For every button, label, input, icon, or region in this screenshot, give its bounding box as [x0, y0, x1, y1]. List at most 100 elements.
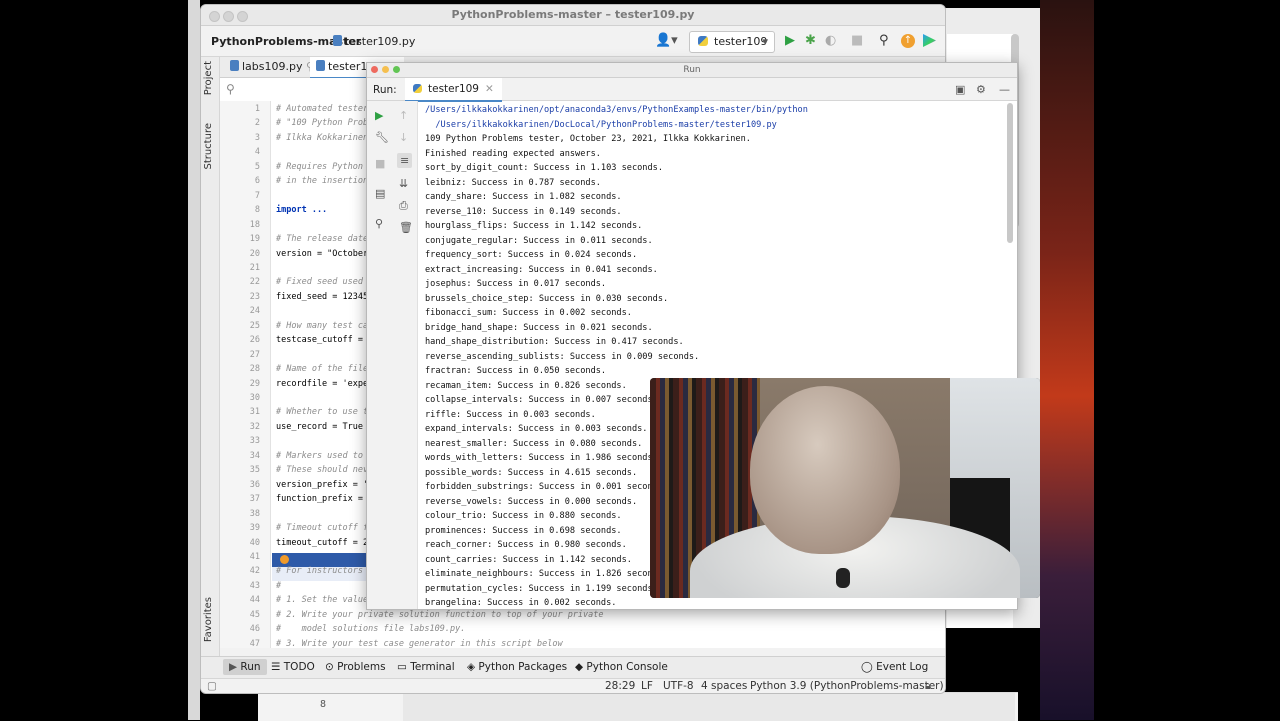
line-number: 30 — [249, 393, 260, 403]
layout-icon[interactable]: ▢ — [207, 680, 217, 692]
debug-button[interactable]: ✱ — [805, 33, 816, 48]
layout-icon[interactable]: ▣ — [955, 83, 965, 96]
layout-icon[interactable]: ▤ — [375, 187, 385, 200]
wrench-icon[interactable]: 🔧︎ — [375, 131, 389, 144]
python-packages-tool-button[interactable]: ◈ Python Packages — [467, 661, 567, 673]
console-line: fibonacci_sum: Success in 0.002 seconds. — [425, 308, 632, 318]
code-line: # Name of the file — [276, 364, 369, 375]
search-icon[interactable]: ⚲ — [226, 82, 235, 96]
stop-button[interactable]: ■ — [851, 33, 863, 48]
user-icon[interactable]: 👤▾ — [655, 33, 678, 48]
lock-icon[interactable]: 🔒︎ — [925, 680, 931, 693]
console-line: josephus: Success in 0.017 seconds. — [425, 279, 607, 289]
code-line: timeout_cutoff = 20 — [276, 537, 374, 548]
code-line: # These should nev — [276, 465, 369, 476]
console-line: collapse_intervals: Success in 0.007 sec… — [425, 395, 653, 405]
scroll-to-end-icon[interactable]: ⇊ — [399, 177, 408, 190]
tab-labs109[interactable]: labs109.py ⚲ — [224, 57, 320, 77]
python-icon — [698, 36, 708, 46]
tool-window-bar: ▶ Run ☰ TODO ⊙ Problems ▭ Terminal ◈ Pyt… — [201, 656, 945, 679]
play-icon: ▶ — [229, 661, 238, 673]
coverage-button[interactable]: ◐ — [825, 33, 836, 48]
line-separator[interactable]: LF — [641, 680, 653, 692]
line-number: 43 — [249, 580, 260, 591]
line-number: 8 — [254, 205, 260, 216]
project-tool-tab[interactable]: Project — [203, 61, 214, 95]
trash-icon[interactable]: 🗑︎ — [399, 221, 413, 234]
console-line: Finished reading expected answers. — [425, 148, 601, 159]
main-toolbar: PythonProblems-master tester109.py 👤▾ te… — [201, 26, 945, 57]
file-encoding[interactable]: UTF-8 — [663, 680, 694, 692]
console-line: prominences: Success in 0.698 seconds. — [425, 525, 622, 536]
console-scrollbar[interactable] — [1007, 103, 1013, 243]
caret-position[interactable]: 28:29 — [605, 680, 635, 692]
console-line: nearest_smaller: Success in 0.080 second… — [425, 438, 643, 449]
line-number: 44 — [249, 595, 260, 606]
status-bar: ▢ 28:29 LF UTF-8 4 spaces Python 3.9 (Py… — [201, 678, 945, 693]
code-line: # Markers used to — [276, 450, 363, 461]
python-file-icon — [333, 35, 342, 46]
minimize-icon[interactable]: — — [999, 83, 1010, 96]
minimize-window-button[interactable] — [223, 11, 234, 22]
soft-wrap-icon[interactable]: ≡ — [397, 153, 413, 168]
tab-tester109-run[interactable]: tester109 ✕ — [405, 78, 502, 102]
console-line: reverse_110: Success in 0.149 seconds. — [425, 206, 622, 217]
print-icon[interactable]: ⎙ — [399, 199, 408, 213]
line-number: 47 — [249, 638, 260, 649]
breakpoint-icon[interactable] — [280, 555, 289, 564]
window-title: PythonProblems-master – tester109.py — [201, 5, 945, 26]
terminal-tool-button[interactable]: ▭ Terminal — [397, 661, 455, 673]
line-number: 45 — [249, 609, 260, 620]
python-icon — [413, 84, 422, 93]
console-line: /Users/ilkkakokkarinen/opt/anaconda3/env… — [425, 105, 808, 115]
console-line: frequency_sort: Success in 0.024 seconds… — [425, 250, 638, 260]
favorites-tool-tab[interactable]: Favorites — [203, 597, 214, 642]
code-line: version = "October — [276, 248, 369, 259]
close-window-button[interactable] — [371, 66, 378, 73]
run-tool-button[interactable]: ▶ Run — [223, 659, 267, 675]
webcam-overlay — [650, 378, 1040, 598]
update-icon[interactable]: ↑ — [901, 34, 915, 48]
console-line: conjugate_regular: Success in 0.011 seco… — [425, 235, 653, 246]
close-window-button[interactable] — [209, 11, 220, 22]
line-number: 8 — [320, 699, 327, 710]
run-button[interactable]: ▶ — [785, 33, 795, 48]
code-line: # model solutions file labs109.py. — [276, 624, 466, 635]
console-line: candy_share: Success in 1.082 seconds. — [425, 192, 622, 202]
line-number: 29 — [249, 378, 260, 389]
indent-setting[interactable]: 4 spaces — [701, 680, 747, 692]
gear-icon[interactable]: ⚙ — [976, 83, 986, 96]
run-label: Run: — [373, 84, 397, 96]
python-console-tool-button[interactable]: ◆ Python Console — [575, 661, 668, 673]
run-configuration-select[interactable]: tester109 ▾ — [689, 31, 775, 53]
arrow-down-icon[interactable]: ↓ — [399, 131, 408, 144]
zoom-window-button[interactable] — [237, 11, 248, 22]
code-line: # in the insertion — [276, 176, 369, 187]
problems-tool-button[interactable]: ⊙ Problems — [325, 661, 386, 673]
desktop-left-edge — [188, 0, 200, 720]
line-number: 21 — [249, 262, 260, 273]
file-breadcrumb[interactable]: tester109.py — [333, 35, 415, 48]
arrow-up-icon[interactable]: ↑ — [399, 109, 408, 122]
line-number: 23 — [249, 291, 260, 302]
line-number: 33 — [249, 436, 260, 447]
code-line: # Requires Python — [276, 161, 363, 172]
search-icon[interactable]: ⚲ — [879, 33, 889, 48]
console-line: reverse_ascending_sublists: Success in 0… — [425, 351, 700, 362]
python-interpreter[interactable]: Python 3.9 (PythonProblems-master) — [750, 680, 944, 692]
close-icon[interactable]: ✕ — [485, 83, 494, 95]
zoom-window-button[interactable] — [393, 66, 400, 73]
todo-tool-button[interactable]: ☰ TODO — [271, 661, 315, 673]
event-log-tool-button[interactable]: ◯ Event Log — [861, 661, 928, 673]
code-line: version_prefix = ' — [276, 479, 369, 490]
pin-icon[interactable]: ⚲ — [375, 217, 383, 230]
run-header: Run: tester109 ✕ ▣ ⚙ — — [367, 78, 1017, 102]
rerun-icon[interactable]: ▶ — [375, 109, 383, 122]
code-with-me-icon[interactable] — [923, 34, 936, 47]
line-number: 3 — [254, 132, 260, 143]
line-number: 42 — [249, 566, 260, 577]
stop-icon[interactable]: ■ — [375, 157, 385, 170]
structure-tool-tab[interactable]: Structure — [203, 123, 214, 170]
minimize-window-button[interactable] — [382, 66, 389, 73]
code-line: # The release date — [276, 234, 369, 245]
